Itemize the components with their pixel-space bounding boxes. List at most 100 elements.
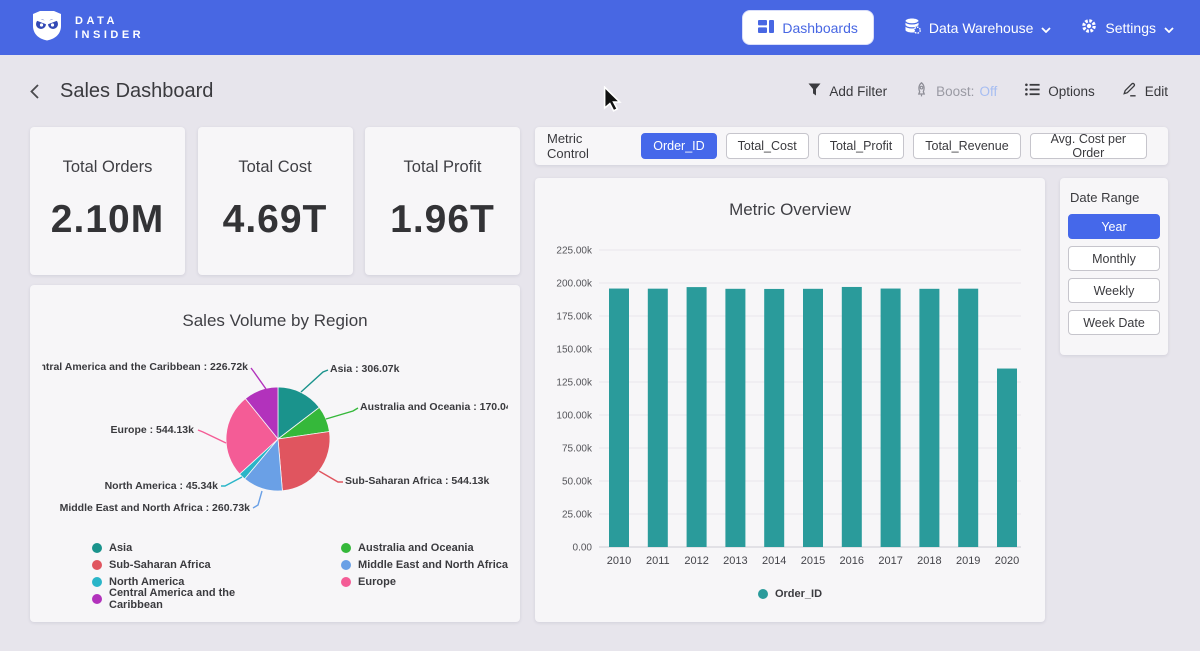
- svg-text:50.00k: 50.00k: [562, 477, 593, 488]
- legend-dot: [92, 560, 102, 570]
- pie-label: Asia : 306.07k: [330, 363, 400, 375]
- kpi-card-0: Total Orders 2.10M: [30, 127, 185, 275]
- pie-label: Middle East and North Africa : 260.73k: [60, 502, 251, 514]
- pie-legend: AsiaSub-Saharan AfricaNorth AmericaCentr…: [92, 540, 508, 607]
- bar-2012[interactable]: [687, 287, 707, 547]
- date-range-weekly[interactable]: Weekly: [1068, 278, 1160, 303]
- owl-logo-icon: [30, 10, 64, 46]
- svg-text:2020: 2020: [995, 555, 1019, 567]
- svg-text:2016: 2016: [840, 555, 864, 567]
- list-icon: [1025, 83, 1040, 99]
- legend-item-europe[interactable]: Europe: [341, 574, 508, 590]
- legend-item-australia-and-oceania[interactable]: Australia and Oceania: [341, 540, 508, 556]
- bar-2020[interactable]: [997, 369, 1017, 547]
- legend-dot: [758, 589, 768, 599]
- boost-toggle[interactable]: Boost: Off: [915, 82, 997, 100]
- legend-item-central-america-and-the-caribbean[interactable]: Central America and the Caribbean: [92, 591, 289, 607]
- svg-text:2015: 2015: [801, 555, 825, 567]
- legend-item-order_id[interactable]: Order_ID: [758, 588, 822, 600]
- kpi-label: Total Orders: [63, 158, 153, 177]
- svg-text:2013: 2013: [723, 555, 747, 567]
- edit-button[interactable]: Edit: [1123, 82, 1168, 100]
- pie-chart-title: Sales Volume by Region: [42, 311, 508, 331]
- kpi-card-2: Total Profit1.96T: [365, 127, 520, 275]
- metric-chip-total-cost[interactable]: Total_Cost: [726, 133, 809, 159]
- add-filter-button[interactable]: Add Filter: [808, 83, 887, 99]
- legend-label: Central America and the Caribbean: [109, 587, 289, 611]
- legend-item-middle-east-and-north-africa[interactable]: Middle East and North Africa: [341, 557, 508, 573]
- svg-text:200.00k: 200.00k: [556, 279, 593, 290]
- bar-2010[interactable]: [609, 289, 629, 547]
- date-range-year[interactable]: Year: [1068, 214, 1160, 239]
- metric-chip-avg-cost-per-order[interactable]: Avg. Cost per Order: [1030, 133, 1147, 159]
- svg-text:125.00k: 125.00k: [556, 378, 593, 389]
- pencil-icon: [1123, 82, 1137, 100]
- data-warehouse-menu[interactable]: Data Warehouse: [904, 18, 1052, 37]
- svg-text:2019: 2019: [956, 555, 980, 567]
- brand-text: DATA INSIDER: [75, 14, 144, 42]
- dashboards-label: Dashboards: [782, 20, 858, 36]
- legend-dot: [92, 543, 102, 553]
- bar-2015[interactable]: [803, 289, 823, 547]
- date-range-monthly[interactable]: Monthly: [1068, 246, 1160, 271]
- svg-text:100.00k: 100.00k: [556, 411, 593, 422]
- svg-text:2014: 2014: [762, 555, 786, 567]
- options-button[interactable]: Options: [1025, 83, 1095, 99]
- legend-dot: [341, 543, 351, 553]
- settings-label: Settings: [1105, 20, 1156, 36]
- metric-chip-order-id[interactable]: Order_ID: [641, 133, 716, 159]
- boost-value: Off: [979, 84, 997, 99]
- bar-2018[interactable]: [919, 289, 939, 547]
- date-range-week-date[interactable]: Week Date: [1068, 310, 1160, 335]
- chevron-down-icon: [1164, 20, 1174, 36]
- bar-chart-legend: Order_ID: [547, 588, 1033, 600]
- dashboards-grid-icon: [758, 20, 774, 36]
- bar-2014[interactable]: [764, 289, 784, 547]
- legend-item-asia[interactable]: Asia: [92, 540, 289, 556]
- back-button[interactable]: [28, 83, 42, 100]
- bar-2011[interactable]: [648, 289, 668, 547]
- database-icon: [904, 18, 921, 37]
- pie-label: North America : 45.34k: [105, 480, 219, 492]
- bar-2013[interactable]: [725, 289, 745, 547]
- page-header: Sales Dashboard Add Filter Boost: Off: [0, 55, 1200, 127]
- bar-2016[interactable]: [842, 287, 862, 547]
- kpi-value: 4.69T: [223, 198, 328, 242]
- settings-menu[interactable]: Settings: [1081, 18, 1174, 37]
- legend-dot: [341, 577, 351, 587]
- dashboards-button[interactable]: Dashboards: [742, 10, 874, 45]
- svg-text:75.00k: 75.00k: [562, 444, 593, 455]
- chevron-down-icon: [1041, 20, 1051, 36]
- date-range-panel: Date Range YearMonthlyWeeklyWeek Date: [1060, 178, 1168, 355]
- metric-chip-total-profit[interactable]: Total_Profit: [818, 133, 905, 159]
- metric-control-bar: Metric Control Order_ID Total_Cost Total_P…: [535, 127, 1168, 165]
- data-warehouse-label: Data Warehouse: [929, 20, 1034, 36]
- svg-text:2011: 2011: [646, 555, 670, 567]
- bar-2017[interactable]: [881, 289, 901, 547]
- metric-control-label: Metric Control: [547, 131, 625, 161]
- bar-2019[interactable]: [958, 289, 978, 547]
- pie-label: Europe : 544.13k: [111, 424, 195, 436]
- kpi-row: Total Orders 2.10M Total Cost 4.69T Total Pr…: [30, 127, 520, 275]
- legend-label: Asia: [109, 542, 132, 554]
- kpi-value: 1.96T: [390, 198, 495, 242]
- kpi-label: Total Cost: [238, 158, 311, 177]
- legend-dot: [92, 577, 102, 587]
- svg-text:2012: 2012: [684, 555, 708, 567]
- bar-chart[interactable]: 0.0025.00k50.00k75.00k100.00k125.00k150.…: [547, 232, 1033, 577]
- rocket-icon: [915, 82, 928, 100]
- pie-label: Central America and the Caribbean : 226.…: [42, 361, 248, 373]
- svg-text:175.00k: 175.00k: [556, 312, 593, 323]
- pie-chart[interactable]: Asia : 306.07kAustralia and Oceania : 17…: [42, 341, 508, 533]
- page-title: Sales Dashboard: [60, 80, 213, 103]
- metric-chip-total-revenue[interactable]: Total_Revenue: [913, 133, 1020, 159]
- pie-slice-sub-saharan-africa[interactable]: [278, 432, 330, 491]
- svg-text:0.00: 0.00: [573, 543, 593, 554]
- gear-icon: [1081, 18, 1097, 37]
- kpi-value: 2.10M: [51, 198, 164, 242]
- legend-label: Middle East and North Africa: [358, 559, 508, 571]
- svg-text:225.00k: 225.00k: [556, 246, 593, 257]
- brand-logo[interactable]: DATA INSIDER: [30, 10, 144, 46]
- legend-dot: [341, 560, 351, 570]
- legend-item-sub-saharan-africa[interactable]: Sub-Saharan Africa: [92, 557, 289, 573]
